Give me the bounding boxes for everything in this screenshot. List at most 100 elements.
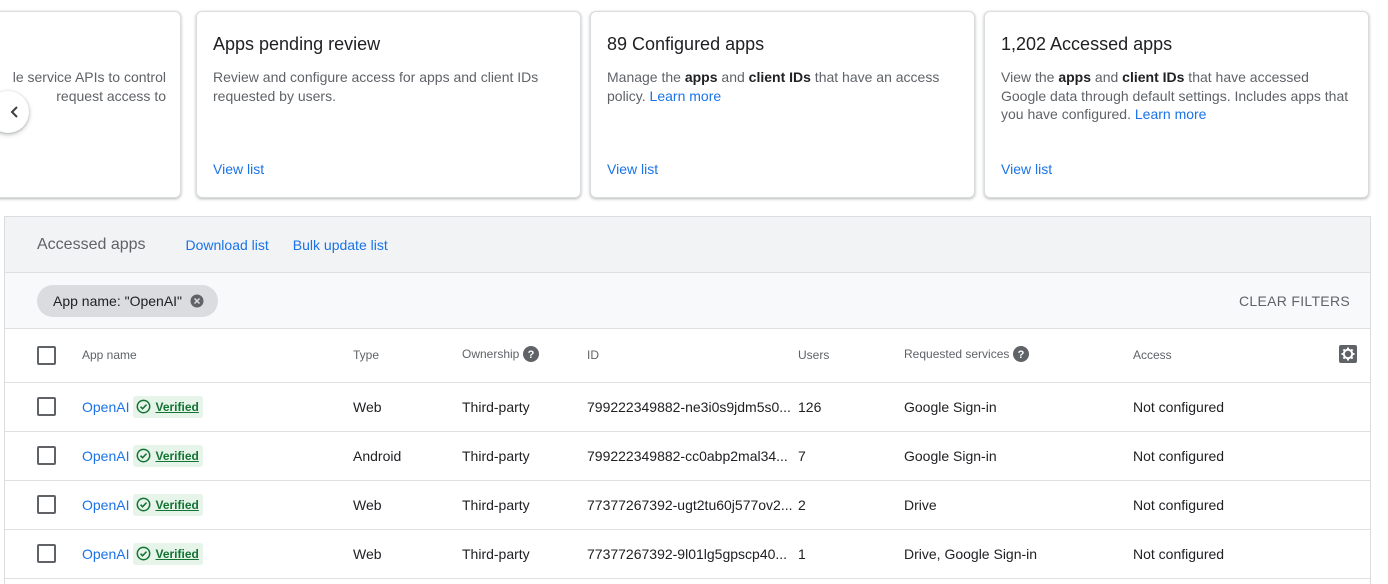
cell-requested-services: Drive bbox=[904, 496, 937, 513]
verified-label[interactable]: Verified bbox=[155, 547, 198, 561]
desc-bold: client IDs bbox=[748, 69, 811, 85]
check-circle-icon bbox=[137, 399, 151, 414]
table-row[interactable]: OpenAI Verified Web Third-party 773772673… bbox=[5, 480, 1370, 529]
card-partial-line-2: request access to bbox=[56, 87, 166, 104]
cell-type: Web bbox=[353, 398, 382, 415]
col-header-requested-label: Requested services bbox=[904, 347, 1010, 362]
panel-header: Accessed apps Download list Bulk update … bbox=[5, 217, 1370, 273]
cell-type: Android bbox=[353, 447, 402, 464]
desc-text: and bbox=[717, 69, 749, 85]
col-header-type[interactable]: Type bbox=[353, 329, 462, 382]
verified-label[interactable]: Verified bbox=[155, 400, 198, 414]
verified-badge: Verified bbox=[133, 493, 203, 516]
card-partial-line-1: le service APIs to control bbox=[12, 69, 166, 85]
cell-ownership: Third-party bbox=[462, 447, 530, 464]
panel-title: Accessed apps bbox=[37, 235, 146, 253]
cell-requested-services: Drive, Google Sign-in bbox=[904, 545, 1038, 562]
row-checkbox[interactable] bbox=[37, 495, 56, 514]
card-desc: Manage the apps and client IDs that have… bbox=[607, 68, 959, 105]
cell-empty bbox=[1338, 529, 1370, 578]
help-icon[interactable]: ? bbox=[523, 346, 540, 363]
desc-bold: apps bbox=[684, 69, 718, 85]
accessed-apps-panel: Accessed apps Download list Bulk update … bbox=[4, 216, 1371, 584]
cell-type: Web bbox=[353, 496, 382, 513]
cell-id: 799222349882-cc0abp2mal34... bbox=[587, 447, 788, 464]
filter-bar: App name: "OpenAI" CLEAR FILTERS bbox=[5, 273, 1370, 329]
desc-bold: client IDs bbox=[1122, 69, 1185, 85]
desc-text: Manage the bbox=[607, 69, 685, 85]
cell-id: 77377267392-9l01lg5gpscp40... bbox=[587, 545, 788, 562]
clear-filters-button[interactable]: CLEAR FILTERS bbox=[1239, 293, 1350, 309]
apps-table: App name Type Ownership? ID Users Reques… bbox=[5, 329, 1370, 579]
card-title: 89 Configured apps bbox=[607, 34, 765, 54]
verified-label[interactable]: Verified bbox=[155, 498, 198, 512]
remove-filter-icon[interactable] bbox=[190, 294, 204, 308]
card-title: Apps pending review bbox=[213, 34, 381, 54]
col-header-ownership-label: Ownership bbox=[462, 347, 520, 362]
cell-empty bbox=[1338, 382, 1370, 431]
cell-users: 2 bbox=[798, 496, 806, 513]
row-checkbox[interactable] bbox=[37, 397, 56, 416]
app-name-link[interactable]: OpenAI bbox=[82, 546, 129, 562]
learn-more-link[interactable]: Learn more bbox=[1135, 106, 1207, 122]
check-circle-icon bbox=[137, 546, 151, 561]
summary-cards: le service APIs to control request acces… bbox=[0, 11, 1388, 199]
select-all-checkbox[interactable] bbox=[37, 345, 56, 365]
cell-empty bbox=[1338, 480, 1370, 529]
cell-requested-services: Google Sign-in bbox=[904, 398, 997, 415]
cell-access: Not configured bbox=[1133, 496, 1225, 513]
app-name-link[interactable]: OpenAI bbox=[82, 448, 129, 464]
row-checkbox[interactable] bbox=[37, 544, 56, 563]
cell-ownership: Third-party bbox=[462, 398, 530, 415]
help-icon[interactable]: ? bbox=[1013, 346, 1030, 363]
check-circle-icon bbox=[137, 448, 151, 463]
verified-badge: Verified bbox=[133, 542, 203, 565]
settings-gear-icon[interactable] bbox=[1338, 344, 1358, 364]
cell-id: 799222349882-ne3i0s9jdm5s0... bbox=[587, 398, 791, 415]
desc-text: View the bbox=[1001, 69, 1059, 85]
cell-users: 7 bbox=[798, 447, 806, 464]
cell-access: Not configured bbox=[1133, 447, 1225, 464]
column-settings-cell bbox=[1338, 329, 1370, 382]
card-partial-desc: le service APIs to control request acces… bbox=[0, 68, 180, 105]
cell-requested-services: Google Sign-in bbox=[904, 447, 997, 464]
col-header-app-name[interactable]: App name bbox=[82, 329, 353, 382]
svg-text:?: ? bbox=[1018, 349, 1025, 361]
view-list-link[interactable]: View list bbox=[1001, 161, 1052, 177]
col-header-access[interactable]: Access bbox=[1133, 329, 1338, 382]
learn-more-link[interactable]: Learn more bbox=[650, 88, 722, 104]
card-title: 1,202 Accessed apps bbox=[1001, 34, 1173, 54]
app-name-link[interactable]: OpenAI bbox=[82, 497, 129, 513]
col-header-id[interactable]: ID bbox=[587, 329, 798, 382]
table-row[interactable]: OpenAI Verified Android Third-party 79922… bbox=[5, 431, 1370, 480]
table-header-row: App name Type Ownership? ID Users Reques… bbox=[5, 329, 1370, 382]
bulk-update-list-button[interactable]: Bulk update list bbox=[293, 237, 388, 253]
cell-users: 126 bbox=[798, 398, 822, 415]
col-header-requested-services[interactable]: Requested services? bbox=[904, 329, 1133, 382]
verified-label[interactable]: Verified bbox=[155, 449, 198, 463]
table-row[interactable]: OpenAI Verified Web Third-party 799222349… bbox=[5, 382, 1370, 431]
table-row[interactable]: OpenAI Verified Web Third-party 773772673… bbox=[5, 529, 1370, 578]
cell-empty bbox=[1338, 431, 1370, 480]
col-header-ownership[interactable]: Ownership? bbox=[462, 329, 587, 382]
card-apps-pending-review: Apps pending review Review and configure… bbox=[196, 11, 581, 198]
chevron-left-icon bbox=[10, 106, 18, 118]
download-list-button[interactable]: Download list bbox=[186, 237, 269, 253]
svg-text:?: ? bbox=[528, 349, 535, 361]
view-list-link[interactable]: View list bbox=[213, 161, 264, 177]
cell-access: Not configured bbox=[1133, 545, 1225, 562]
cell-users: 1 bbox=[798, 545, 806, 562]
cell-id: 77377267392-ugt2tu60j577ov2... bbox=[587, 496, 793, 513]
filter-chip-label: App name: "OpenAI" bbox=[53, 292, 183, 309]
desc-text: and bbox=[1091, 69, 1123, 85]
card-configured-apps: 89 Configured apps Manage the apps and c… bbox=[590, 11, 975, 198]
app-name-link[interactable]: OpenAI bbox=[82, 399, 129, 415]
row-checkbox[interactable] bbox=[37, 446, 56, 465]
cell-ownership: Third-party bbox=[462, 496, 530, 513]
view-list-link[interactable]: View list bbox=[607, 161, 658, 177]
filter-chip-app-name[interactable]: App name: "OpenAI" bbox=[37, 284, 219, 317]
col-header-users[interactable]: Users bbox=[798, 329, 904, 382]
cell-ownership: Third-party bbox=[462, 545, 530, 562]
card-desc: View the apps and client IDs that have a… bbox=[1001, 68, 1353, 124]
cell-type: Web bbox=[353, 545, 382, 562]
